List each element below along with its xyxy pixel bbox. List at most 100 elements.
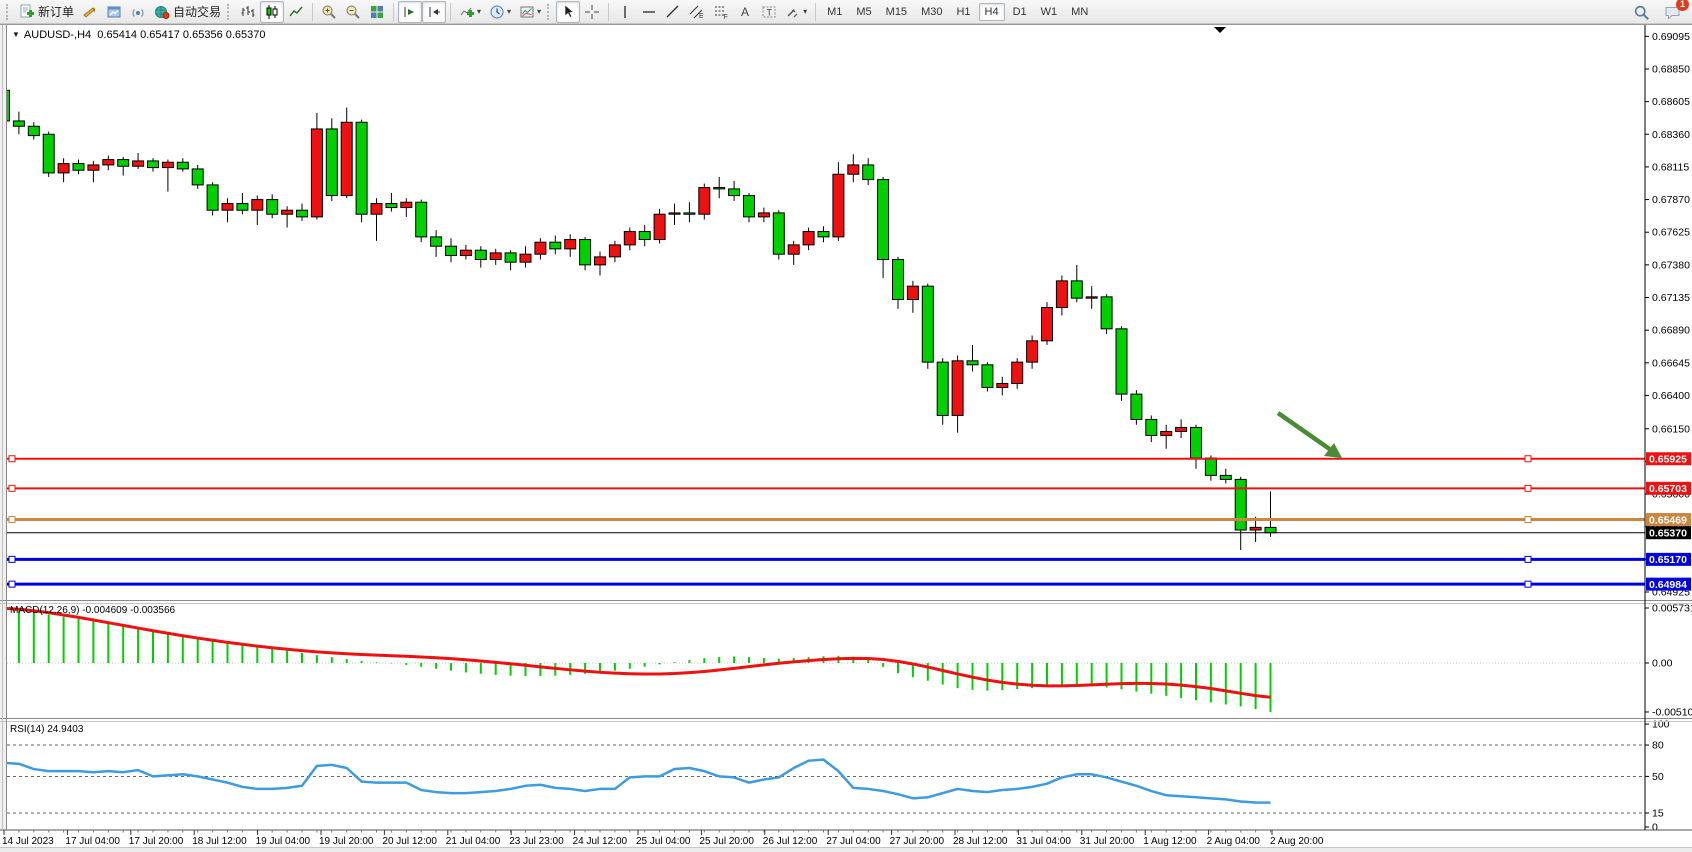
time-axis-label: 25 Jul 20:00 [699, 836, 754, 847]
candle [565, 240, 576, 249]
price-tick-label: 0.67380 [1652, 259, 1690, 271]
periods-button[interactable]: ▾ [485, 1, 515, 23]
price-tick-label: 0.66645 [1652, 357, 1690, 369]
candle [595, 257, 606, 265]
chart-background [7, 24, 1692, 830]
zoom-out-icon [345, 4, 361, 20]
candle [192, 169, 203, 185]
zoom-out-button[interactable] [341, 1, 365, 23]
mt4-terminal: 新订单 自动交易 ▾ ▾ ▾ E F A [0, 0, 1692, 852]
tile-windows-icon [369, 4, 385, 20]
charts-icon [106, 4, 122, 20]
auto-trading-button[interactable]: 自动交易 [150, 1, 225, 23]
zoom-in-icon [321, 4, 337, 20]
candle [252, 200, 263, 211]
arrows-tool-button[interactable]: ▾ [781, 1, 811, 23]
candle [1027, 341, 1038, 362]
tab-timeframe-H1[interactable]: H1 [950, 3, 976, 21]
chart-window: 0.690950.688500.686050.683600.681150.678… [0, 24, 1692, 852]
toolbar-grip [547, 4, 552, 20]
zoom-in-button[interactable] [317, 1, 341, 23]
candle [729, 189, 740, 196]
chart-canvas[interactable]: 0.690950.688500.686050.683600.681150.678… [0, 24, 1692, 852]
candle [1191, 427, 1202, 458]
cursor-button[interactable] [556, 1, 580, 23]
candle [1176, 427, 1187, 431]
candle [162, 162, 173, 167]
tab-timeframe-D1[interactable]: D1 [1007, 3, 1033, 21]
signal-button[interactable] [126, 1, 150, 23]
candle [1250, 527, 1261, 530]
tab-timeframe-M30[interactable]: M30 [915, 3, 948, 21]
candle [237, 204, 248, 211]
rsi-tick-label: 15 [1652, 807, 1664, 819]
candle [684, 213, 695, 214]
text-button[interactable]: A [733, 1, 757, 23]
candle [773, 213, 784, 254]
new-order-label: 新订单 [38, 3, 74, 20]
equidistant-channel-button[interactable]: E [685, 1, 709, 23]
candle [13, 121, 24, 126]
candle [535, 242, 546, 254]
auto-trading-label: 自动交易 [173, 3, 221, 20]
line-anchor [1525, 581, 1531, 587]
chat-button[interactable]: 1 [1660, 1, 1686, 23]
candle [58, 164, 69, 173]
charts-button[interactable] [102, 1, 126, 23]
time-axis-label: 14 Jul 2023 [2, 836, 54, 847]
tab-timeframe-M15[interactable]: M15 [880, 3, 913, 21]
candle [1071, 281, 1082, 298]
price-tick-label: 0.68360 [1652, 129, 1690, 141]
tab-timeframe-W1[interactable]: W1 [1035, 3, 1064, 21]
arrows-tool-icon [785, 4, 801, 20]
chevron-down-icon: ▾ [803, 7, 807, 16]
horizontal-line-button[interactable] [637, 1, 661, 23]
vertical-line-button[interactable] [613, 1, 637, 23]
tab-timeframe-M5[interactable]: M5 [850, 3, 877, 21]
line-chart-button[interactable] [284, 1, 308, 23]
price-tick-label: 0.68850 [1652, 63, 1690, 75]
candle [177, 162, 188, 169]
candlestick-chart-button[interactable] [260, 1, 284, 23]
tile-windows-button[interactable] [365, 1, 389, 23]
indicators-button[interactable]: ▾ [455, 1, 485, 23]
macd-tick-label: -0.005102 [1652, 706, 1692, 718]
text-icon: A [737, 4, 753, 20]
new-order-button[interactable]: 新订单 [15, 1, 78, 23]
toolbar-separator [312, 3, 313, 21]
candle [446, 246, 457, 255]
candle [222, 204, 233, 211]
auto-scroll-icon [402, 4, 418, 20]
time-axis-label: 21 Jul 04:00 [446, 836, 501, 847]
rsi-tick-label: 80 [1652, 740, 1664, 752]
candle [43, 134, 54, 173]
tab-timeframe-M1[interactable]: M1 [821, 3, 848, 21]
tab-timeframe-H4[interactable]: H4 [979, 3, 1005, 21]
chevron-down-icon: ▾ [537, 7, 541, 16]
candle [907, 286, 918, 299]
candle [475, 250, 486, 259]
alerts-button[interactable] [78, 1, 102, 23]
text-label-button[interactable]: T [757, 1, 781, 23]
search-button[interactable] [1629, 1, 1654, 23]
time-axis-label: 19 Jul 20:00 [319, 836, 374, 847]
candle [654, 214, 665, 239]
svg-text:F: F [724, 14, 728, 20]
candle [997, 383, 1008, 387]
chart-shift-button[interactable] [422, 1, 446, 23]
candle [922, 286, 933, 362]
time-axis-label: 2 Aug 04:00 [1207, 836, 1261, 847]
candle [103, 160, 114, 165]
bar-chart-button[interactable] [236, 1, 260, 23]
fibonacci-button[interactable]: F [709, 1, 733, 23]
indicators-icon [459, 4, 475, 20]
price-tick-label: 0.67625 [1652, 227, 1690, 239]
price-line-pill-label: 0.65170 [1649, 554, 1687, 566]
trendline-button[interactable] [661, 1, 685, 23]
templates-button[interactable]: ▾ [515, 1, 545, 23]
tab-timeframe-MN[interactable]: MN [1065, 3, 1094, 21]
new-order-icon [19, 4, 35, 20]
candle [863, 165, 874, 180]
auto-scroll-button[interactable] [398, 1, 422, 23]
crosshair-button[interactable] [580, 1, 604, 23]
